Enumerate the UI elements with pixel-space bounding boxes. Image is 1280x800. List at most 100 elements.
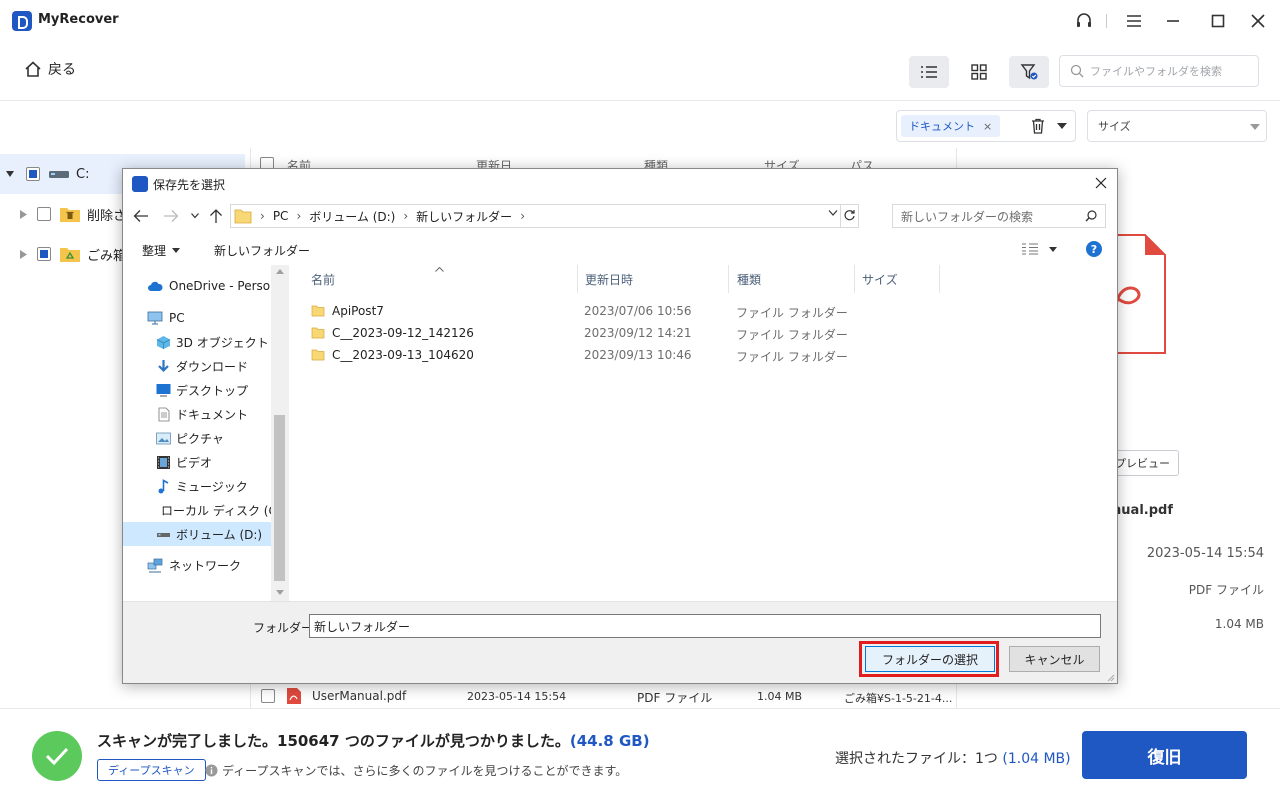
back-button[interactable]: 戻る [24, 59, 76, 79]
folder-icon [311, 327, 325, 339]
cloud-icon [148, 281, 163, 291]
download-icon [158, 359, 169, 372]
tree-item-label: ごみ箱 [87, 248, 127, 264]
scroll-thumb[interactable] [274, 415, 285, 581]
organize-button[interactable]: 整理 [142, 242, 181, 259]
desktop-icon [156, 384, 171, 397]
tree-checkbox[interactable] [26, 167, 40, 181]
nav-item-network[interactable]: ネットワーク [123, 553, 271, 577]
column-header-name[interactable]: 名前 [289, 265, 578, 293]
back-arrow-icon[interactable] [133, 209, 149, 223]
collapse-arrow-icon[interactable] [20, 249, 27, 259]
dialog-close-icon[interactable] [1095, 177, 1107, 189]
filter-icon [1020, 64, 1038, 80]
music-icon [158, 478, 169, 493]
expand-arrow-icon[interactable] [6, 170, 14, 178]
filter-button[interactable] [1009, 56, 1049, 88]
address-history-icon[interactable] [828, 209, 838, 217]
selected-files-info: 選択されたファイル：1つ (1.04 MB) [835, 748, 1071, 768]
minimize-icon[interactable] [1162, 10, 1184, 32]
folder-search-placeholder: 新しいフォルダーの検索 [901, 209, 1034, 224]
search-icon [1085, 210, 1097, 222]
recover-button[interactable]: 復旧 [1082, 731, 1247, 779]
help-icon[interactable]: ? [1086, 241, 1102, 257]
scroll-up-arrow-icon[interactable] [276, 269, 284, 274]
nav-pane-scrollbar[interactable] [271, 265, 288, 601]
column-header-size[interactable]: サイズ [855, 265, 940, 293]
deep-scan-button[interactable]: ディープスキャン [97, 759, 206, 781]
check-circle-icon [32, 731, 82, 781]
nav-item-label: ダウンロード [176, 359, 249, 374]
nav-item-volume-d[interactable]: ボリューム (D:) [123, 522, 271, 546]
refresh-icon[interactable] [843, 209, 856, 222]
type-filter[interactable]: ドキュメント × [896, 110, 1076, 142]
file-type: ファイル フォルダー [736, 306, 848, 320]
cancel-button[interactable]: キャンセル [1009, 646, 1100, 672]
row-type: PDF ファイル [637, 691, 713, 705]
nav-item-music[interactable]: ミュージック [123, 474, 271, 498]
divider [840, 205, 841, 227]
nav-item-desktop[interactable]: デスクトップ [123, 378, 271, 402]
nav-item-pictures[interactable]: ピクチャ [123, 426, 271, 450]
dropdown-arrow-icon[interactable] [1057, 123, 1067, 129]
divider [1106, 14, 1107, 28]
nav-item-onedrive[interactable]: OneDrive - Perso [123, 274, 271, 298]
breadcrumb-new-folder[interactable]: 新しいフォルダー [416, 208, 512, 225]
column-header-label: 更新日時 [585, 272, 634, 287]
dialog-command-bar: 整理 新しいフォルダー ? [123, 233, 1117, 265]
scroll-down-arrow-icon[interactable] [276, 590, 284, 595]
breadcrumb-pc[interactable]: PC [273, 209, 289, 223]
maximize-icon[interactable] [1207, 10, 1229, 32]
row-path: ごみ箱¥S-1-5-21-4... [844, 692, 953, 705]
up-arrow-icon[interactable] [209, 208, 223, 224]
resize-grip-icon[interactable] [1105, 672, 1115, 682]
support-headset-icon[interactable] [1073, 10, 1095, 32]
view-options-dropdown-icon[interactable] [1049, 247, 1057, 252]
drive-icon [157, 533, 170, 537]
file-type: ファイル フォルダー [736, 328, 848, 342]
nav-item-videos[interactable]: ビデオ [123, 450, 271, 474]
preview-size: 1.04 MB [1214, 617, 1264, 631]
folder-name-input[interactable]: 新しいフォルダー [309, 614, 1101, 638]
nav-item-local-disk-c[interactable]: ローカル ディスク (C [123, 498, 271, 522]
breadcrumb-separator: › [520, 209, 525, 223]
grid-view-button[interactable] [959, 56, 999, 88]
nav-item-label: ドキュメント [176, 407, 249, 422]
list-item[interactable]: ApiPost7 2023/07/06 10:56 ファイル フォルダー [289, 300, 889, 322]
collapse-arrow-icon[interactable] [20, 209, 27, 219]
nav-item-3d-objects[interactable]: 3D オブジェクト [123, 330, 271, 354]
tree-checkbox[interactable] [37, 247, 51, 261]
recent-locations-icon[interactable] [191, 213, 199, 219]
column-header-date[interactable]: 更新日時 [578, 265, 729, 293]
search-input[interactable]: ファイルやフォルダを検索 [1059, 55, 1259, 87]
menu-icon[interactable] [1123, 10, 1145, 32]
size-select[interactable]: サイズ [1087, 110, 1267, 142]
trash-icon[interactable] [1031, 118, 1045, 134]
view-options-icon[interactable] [1021, 243, 1039, 255]
column-header-label: 種類 [737, 272, 762, 287]
list-item[interactable]: C__2023-09-12_142126 2023/09/12 14:21 ファ… [289, 322, 889, 344]
nav-item-documents[interactable]: ドキュメント [123, 402, 271, 426]
select-folder-button[interactable]: フォルダーの選択 [865, 646, 995, 672]
tree-checkbox[interactable] [37, 207, 51, 221]
address-bar[interactable]: › PC › ボリューム (D:) › 新しいフォルダー › [230, 204, 859, 228]
file-name: ApiPost7 [332, 304, 384, 318]
forward-arrow-icon[interactable] [163, 209, 179, 223]
breadcrumb-volume-d[interactable]: ボリューム (D:) [309, 208, 395, 225]
drive-icon [49, 171, 69, 178]
column-header-type[interactable]: 種類 [729, 265, 855, 293]
list-item[interactable]: C__2023-09-13_104620 2023/09/13 10:46 ファ… [289, 344, 889, 366]
folder-search-input[interactable]: 新しいフォルダーの検索 [892, 204, 1106, 228]
nav-item-pc[interactable]: PC [123, 306, 271, 330]
new-folder-button[interactable]: 新しいフォルダー [214, 242, 310, 259]
row-checkbox[interactable] [261, 689, 275, 703]
list-view-button[interactable] [909, 56, 949, 88]
table-row[interactable]: UserManual.pdf 2023-05-14 15:54 PDF ファイル… [251, 685, 957, 707]
nav-item-downloads[interactable]: ダウンロード [123, 354, 271, 378]
dialog-title: 保存先を選択 [153, 178, 226, 192]
recycle-folder-icon [60, 248, 80, 262]
remove-tag-icon[interactable]: × [983, 120, 992, 133]
close-icon[interactable] [1247, 10, 1269, 32]
dialog-file-list: 名前 更新日時 種類 サイズ ApiPost7 2023/07/06 10:56… [288, 265, 1117, 601]
organize-label: 整理 [142, 244, 167, 258]
